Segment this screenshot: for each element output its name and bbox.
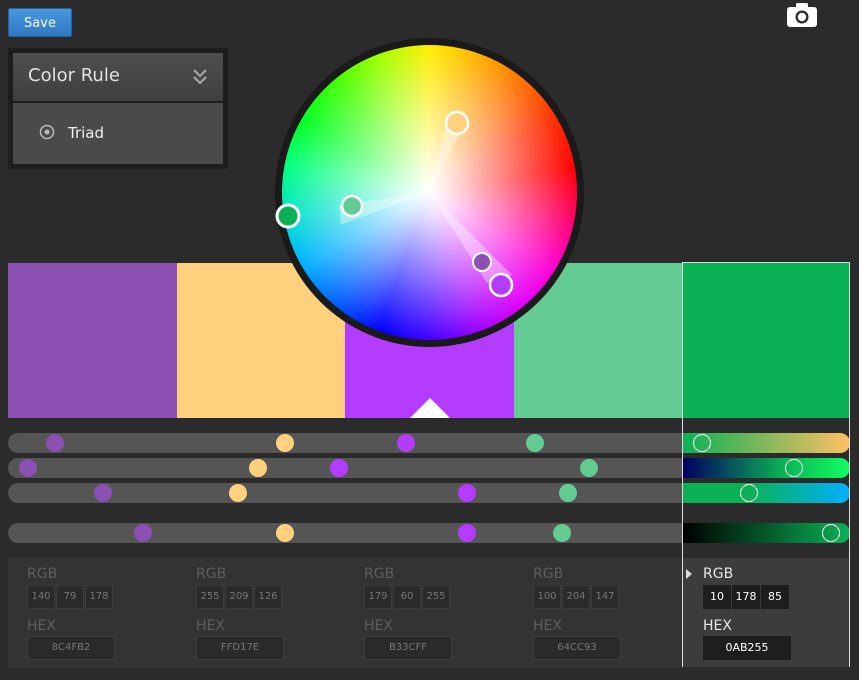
color-rule-header[interactable]: Color Rule xyxy=(13,53,223,101)
red-field-5[interactable]: 10 xyxy=(703,585,731,609)
hex-field-4[interactable]: 64CC93 xyxy=(533,636,621,660)
hex-field-1[interactable]: 8C4FB2 xyxy=(27,636,115,660)
slider-knob-4-2[interactable] xyxy=(275,524,294,542)
color-swatch-1[interactable] xyxy=(8,263,177,418)
hex-field-3[interactable]: B33CFF xyxy=(364,636,452,660)
rule-option-triad[interactable]: Triad xyxy=(68,124,104,142)
slider-knob-2-2[interactable] xyxy=(248,459,267,477)
slider-knob-1-4[interactable] xyxy=(525,434,544,452)
camera-icon[interactable] xyxy=(786,2,818,28)
wheel-handle-1[interactable] xyxy=(472,252,492,272)
wheel-handle-3[interactable] xyxy=(488,272,514,298)
slider-knob-1-2[interactable] xyxy=(275,434,294,452)
rgb-label-2: RGB xyxy=(196,566,227,582)
double-chevron-down-icon[interactable] xyxy=(191,67,209,87)
slider-knob-3-1[interactable] xyxy=(93,484,112,502)
hex-label-3: HEX xyxy=(364,618,393,634)
base-color-marker-icon xyxy=(410,398,450,418)
blue-field-5[interactable]: 85 xyxy=(761,585,789,609)
slider-knob-3-2[interactable] xyxy=(228,484,247,502)
red-field-2[interactable]: 255 xyxy=(196,585,224,609)
slider-knob-4-3[interactable] xyxy=(458,524,476,542)
blue-field-4[interactable]: 147 xyxy=(591,585,619,609)
slider-knob-4-1[interactable] xyxy=(134,524,152,542)
green-field-3[interactable]: 60 xyxy=(393,585,421,609)
slider-knob-2-4[interactable] xyxy=(579,459,598,477)
wheel-handle-5[interactable] xyxy=(275,203,301,229)
wheel-handle-4[interactable] xyxy=(340,194,364,218)
save-button[interactable]: Save xyxy=(8,8,72,37)
color-rule-panel: Color Rule Triad xyxy=(8,48,228,169)
slider-knob-3-3[interactable] xyxy=(458,484,476,502)
green-field-1[interactable]: 79 xyxy=(56,585,84,609)
hex-label-1: HEX xyxy=(27,618,56,634)
blue-field-1[interactable]: 178 xyxy=(85,585,113,609)
red-field-3[interactable]: 179 xyxy=(364,585,392,609)
hex-label-4: HEX xyxy=(533,618,562,634)
hex-field-2[interactable]: FFD17E xyxy=(196,636,284,660)
color-rule-title: Color Rule xyxy=(28,65,120,86)
slider-knob-4-4[interactable] xyxy=(552,524,571,542)
green-field-4[interactable]: 204 xyxy=(562,585,590,609)
red-field-1[interactable]: 140 xyxy=(27,585,55,609)
expand-arrow-icon[interactable] xyxy=(686,569,692,579)
red-field-4[interactable]: 100 xyxy=(533,585,561,609)
rgb-label-4: RGB xyxy=(533,566,564,582)
rgb-label-3: RGB xyxy=(364,566,395,582)
hex-label-2: HEX xyxy=(196,618,225,634)
blue-field-3[interactable]: 255 xyxy=(422,585,450,609)
rgb-label-5: RGB xyxy=(703,566,734,582)
green-field-2[interactable]: 209 xyxy=(225,585,253,609)
hex-field-5[interactable]: 0AB255 xyxy=(703,636,791,660)
radio-selected-icon[interactable] xyxy=(39,124,55,140)
wheel-handle-2[interactable] xyxy=(444,110,470,136)
slider-knob-2-3[interactable] xyxy=(329,459,348,477)
blue-field-2[interactable]: 126 xyxy=(254,585,282,609)
color-wheel-handles xyxy=(275,110,514,298)
green-field-5[interactable]: 178 xyxy=(732,585,760,609)
rgb-label-1: RGB xyxy=(27,566,58,582)
hex-label-5: HEX xyxy=(703,618,732,634)
color-rule-options: Triad xyxy=(13,103,223,164)
